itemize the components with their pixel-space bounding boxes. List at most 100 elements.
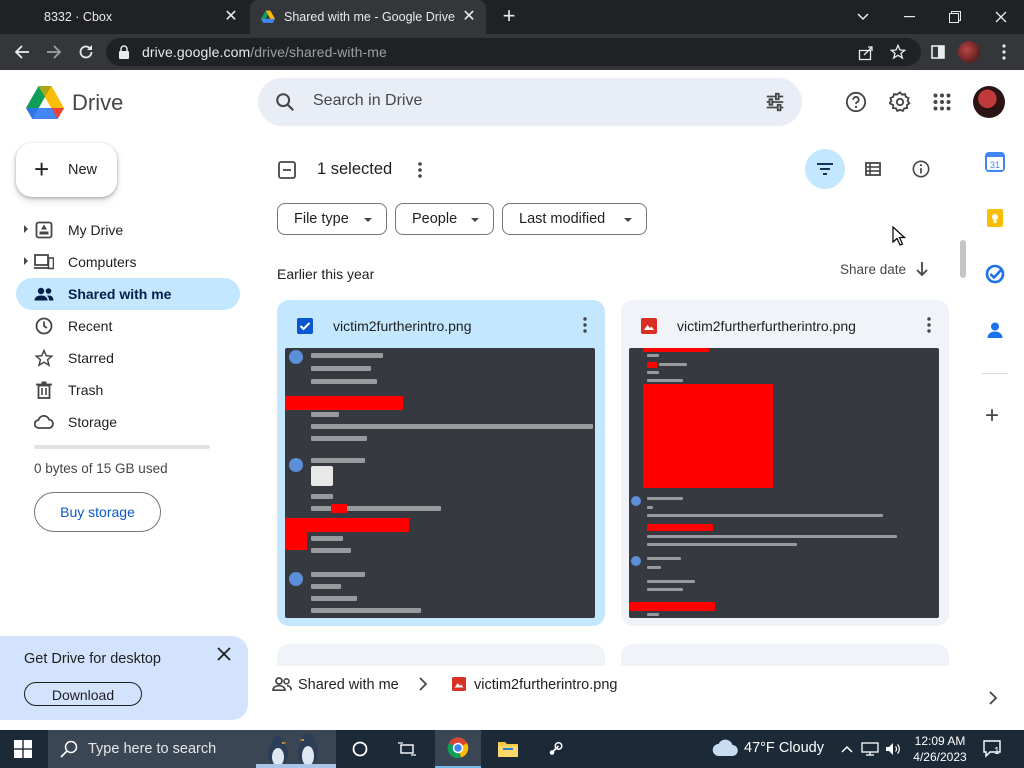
- drive-logo-icon[interactable]: [26, 86, 64, 120]
- weather-text[interactable]: 47°F Cloudy: [744, 740, 824, 756]
- taskbar-clock[interactable]: 12:09 AM 4/26/2023: [912, 733, 968, 765]
- last-modified-filter[interactable]: Last modified: [502, 203, 647, 235]
- close-icon[interactable]: [216, 646, 232, 662]
- taskbar-file-explorer-app[interactable]: [485, 730, 531, 768]
- file-thumbnail[interactable]: [629, 348, 939, 618]
- forward-arrow-icon[interactable]: [42, 40, 66, 64]
- file-name: victim2furtherintro.png: [333, 318, 472, 334]
- close-window-button[interactable]: [978, 0, 1024, 34]
- show-hidden-icons-chevron-icon[interactable]: [838, 740, 856, 758]
- side-panel-divider: [982, 373, 1008, 374]
- share-icon[interactable]: [858, 45, 874, 61]
- file-card[interactable]: victim2furtherintro.png: [277, 300, 605, 626]
- new-button[interactable]: + New: [16, 143, 117, 197]
- help-icon[interactable]: [844, 90, 868, 114]
- drive-header: Drive Search in Drive: [0, 70, 1024, 132]
- checkbox-checked-icon[interactable]: [297, 318, 313, 334]
- cortana-button[interactable]: [337, 730, 383, 768]
- file-type-filter[interactable]: File type: [277, 203, 387, 235]
- sidebar-item-trash[interactable]: Trash: [16, 374, 240, 406]
- tab-search-chevron-icon[interactable]: [840, 0, 886, 34]
- thumbnail-text-line: [647, 613, 659, 616]
- volume-icon[interactable]: [884, 740, 902, 758]
- side-panel-icon[interactable]: [928, 42, 948, 62]
- address-bar[interactable]: drive.google.com/drive/shared-with-me: [106, 38, 921, 66]
- expand-caret-icon[interactable]: [24, 225, 28, 233]
- weather-cloud-icon[interactable]: [712, 739, 738, 757]
- sidebar-item-my-drive[interactable]: My Drive: [16, 214, 240, 246]
- search-icon[interactable]: [274, 91, 296, 113]
- clear-selection-icon[interactable]: [278, 161, 296, 179]
- calendar-icon[interactable]: 31: [985, 152, 1005, 172]
- breadcrumb-current-file[interactable]: victim2furtherintro.png: [474, 677, 617, 693]
- promo-title: Get Drive for desktop: [24, 651, 161, 667]
- chevron-right-icon[interactable]: [988, 690, 998, 706]
- sort-direction-arrow-icon[interactable]: [915, 261, 929, 277]
- notification-center-button[interactable]: 1: [983, 740, 1003, 763]
- keep-icon[interactable]: [985, 208, 1005, 228]
- details-button[interactable]: [901, 149, 941, 189]
- thumbnail-text-line: [311, 424, 593, 429]
- svg-text:31: 31: [990, 160, 1000, 170]
- browser-profile-avatar[interactable]: [958, 41, 980, 63]
- bookmark-star-icon[interactable]: [890, 44, 906, 60]
- minimize-button[interactable]: [886, 0, 932, 34]
- windows-start-icon[interactable]: [14, 740, 32, 758]
- back-arrow-icon[interactable]: [10, 40, 34, 64]
- list-view-icon: [865, 162, 881, 176]
- taskbar-chrome-app[interactable]: [435, 730, 481, 768]
- file-thumbnail[interactable]: [285, 348, 595, 618]
- thumbnail-text-line: [311, 436, 367, 441]
- thumbnail-text-line: [647, 514, 883, 517]
- restore-button[interactable]: [932, 0, 978, 34]
- sidebar-item-starred[interactable]: Starred: [16, 342, 240, 374]
- reload-icon[interactable]: [74, 40, 98, 64]
- thumbnail-text-line: [311, 608, 421, 613]
- search-bar[interactable]: Search in Drive: [258, 78, 802, 126]
- thumbnail-text-line: [647, 588, 683, 591]
- add-addon-button[interactable]: +: [985, 404, 999, 428]
- storage-usage-bar: [34, 445, 210, 449]
- breadcrumb-shared-with-me[interactable]: Shared with me: [298, 677, 399, 693]
- people-filter[interactable]: People: [395, 203, 494, 235]
- browser-menu-icon[interactable]: [994, 42, 1014, 62]
- my-drive-icon: [34, 220, 54, 240]
- more-actions-icon[interactable]: [418, 162, 422, 178]
- apps-grid-icon[interactable]: [930, 90, 954, 114]
- new-tab-button[interactable]: +: [499, 5, 519, 28]
- more-options-icon[interactable]: [927, 317, 931, 333]
- tab-close-icon[interactable]: ✕: [222, 8, 240, 26]
- download-button[interactable]: Download: [24, 682, 142, 706]
- thumbnail-text-line: [311, 572, 365, 577]
- search-input[interactable]: Search in Drive: [313, 92, 422, 110]
- sidebar-item-shared-with-me[interactable]: Shared with me: [16, 278, 240, 310]
- expand-caret-icon[interactable]: [24, 257, 28, 265]
- buy-storage-button[interactable]: Buy storage: [34, 492, 161, 532]
- people-icon: [34, 284, 54, 304]
- taskbar-steam-app[interactable]: [532, 730, 578, 768]
- filter-view-button[interactable]: [805, 149, 845, 189]
- sidebar-item-computers[interactable]: Computers: [16, 246, 240, 278]
- taskbar-search-box[interactable]: Type here to search: [48, 730, 336, 768]
- task-view-button[interactable]: [384, 730, 430, 768]
- redaction-block: [285, 396, 403, 410]
- sort-button[interactable]: Share date: [840, 262, 906, 277]
- sidebar-item-storage[interactable]: Storage: [16, 406, 240, 438]
- settings-gear-icon[interactable]: [888, 90, 912, 114]
- tab-close-icon[interactable]: ✕: [460, 8, 478, 26]
- more-options-icon[interactable]: [583, 317, 587, 333]
- star-icon: [34, 348, 54, 368]
- list-view-button[interactable]: [853, 149, 893, 189]
- file-card[interactable]: victim2furtherfurtherintro.png: [621, 300, 949, 626]
- tasks-icon[interactable]: [985, 264, 1005, 284]
- tab-google-drive[interactable]: Shared with me - Google Drive ✕: [250, 0, 486, 34]
- notification-icon: [983, 740, 1001, 758]
- browser-tab-strip: 8332 · Cbox ✕ Shared with me - Google Dr…: [0, 0, 1024, 34]
- app-name[interactable]: Drive: [72, 90, 123, 116]
- search-options-icon[interactable]: [764, 91, 786, 113]
- network-icon[interactable]: [861, 740, 879, 758]
- tab-cbox[interactable]: 8332 · Cbox ✕: [0, 0, 248, 34]
- sidebar-item-recent[interactable]: Recent: [16, 310, 240, 342]
- account-avatar[interactable]: [973, 86, 1005, 118]
- contacts-icon[interactable]: [985, 320, 1005, 340]
